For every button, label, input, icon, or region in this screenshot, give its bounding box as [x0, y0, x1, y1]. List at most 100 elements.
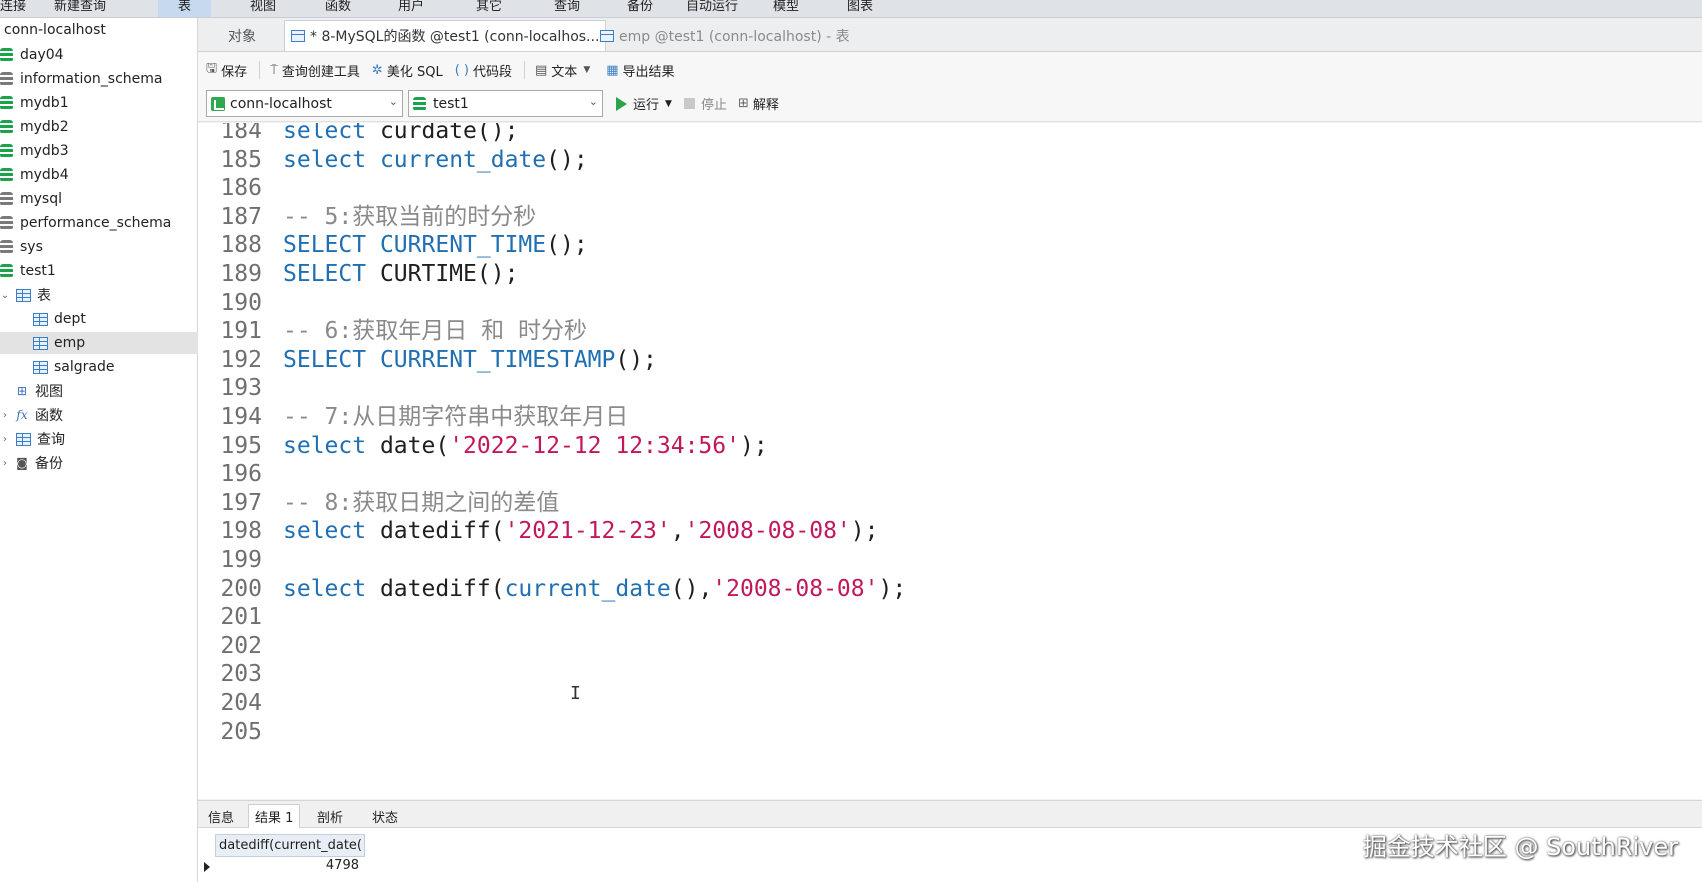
beautify-sql-button[interactable]: ✲ 美化 SQL	[372, 61, 443, 80]
db-node-sys[interactable]: sys	[0, 236, 198, 258]
navicat-window: 连接 新建查询 表 视图 函数 用户 其它 查询 备份 自动运行 模型 图表 c…	[0, 0, 1702, 882]
menu-model[interactable]: 模型	[773, 0, 799, 14]
tab-profile[interactable]: 剖析	[311, 804, 349, 828]
chevron-right-icon[interactable]: ›	[0, 410, 10, 421]
code-line[interactable]: 186	[198, 173, 1702, 204]
sql-editor[interactable]: 184 select curdate(); 185 select current_da…	[198, 123, 1702, 799]
table-node-emp[interactable]: emp	[0, 332, 198, 354]
result-tabs: 信息 结果 1 剖析 状态	[198, 800, 1702, 828]
menu-backup[interactable]: 备份	[627, 0, 653, 14]
text-mode-button[interactable]: ▤ 文本 ▼	[535, 61, 594, 80]
explain-icon: ⊞	[738, 96, 749, 111]
menu-users[interactable]: 用户	[398, 0, 424, 14]
code-line[interactable]: 197 -- 8:获取日期之间的差值	[198, 488, 1702, 519]
menu-connection[interactable]: 连接	[0, 0, 26, 14]
db-node-mydb2[interactable]: mydb2	[0, 116, 198, 138]
stop-button[interactable]: 停止	[684, 94, 727, 113]
table-node-dept[interactable]: dept	[0, 308, 198, 330]
db-node-information-schema[interactable]: information_schema	[0, 68, 198, 90]
views-folder[interactable]: ⊞ 视图	[0, 380, 198, 402]
tab-objects[interactable]: 对象	[222, 20, 262, 51]
connection-select[interactable]: conn-localhost ⌄	[206, 90, 403, 117]
database-icon	[0, 216, 13, 230]
connection-node[interactable]: conn-localhost	[4, 22, 106, 38]
editor-toolbar: 🖫 保存 ⍑ 查询创建工具 ✲ 美化 SQL ( ) 代码段 ▤ 文本 ▼ ▦ 导出结果	[198, 52, 1702, 88]
menu-new-query[interactable]: 新建查询	[54, 0, 106, 14]
menu-charts[interactable]: 图表	[847, 0, 873, 14]
backup-icon: ◙	[16, 456, 28, 470]
database-icon	[0, 48, 13, 62]
database-select[interactable]: test1 ⌄	[408, 90, 603, 117]
queries-folder[interactable]: › 查询	[0, 428, 198, 450]
run-button[interactable]: 运行 ▼	[616, 94, 672, 113]
database-icon	[0, 144, 13, 158]
code-snippet-button[interactable]: ( ) 代码段	[455, 61, 512, 80]
code-line[interactable]: 203	[198, 659, 1702, 690]
db-node-mydb1[interactable]: mydb1	[0, 92, 198, 114]
tables-folder[interactable]: ⌄ 表	[0, 284, 198, 306]
code-line[interactable]: 202	[198, 631, 1702, 662]
backups-folder[interactable]: › ◙ 备份	[0, 452, 198, 474]
db-node-day04[interactable]: day04	[0, 44, 198, 66]
code-line[interactable]: 200 select datediff(current_date(),'2008-…	[198, 574, 1702, 605]
functions-folder[interactable]: › fx 函数	[0, 404, 198, 426]
code-text: select datediff('2021-12-23','2008-08-08…	[283, 518, 879, 545]
export-results-button[interactable]: ▦ 导出结果	[606, 61, 674, 80]
code-line[interactable]: 188 SELECT CURRENT_TIME();	[198, 230, 1702, 261]
menu-queries[interactable]: 查询	[554, 0, 580, 14]
code-line[interactable]: 194 -- 7:从日期字符串中获取年月日	[198, 402, 1702, 433]
query-builder-button[interactable]: ⍑ 查询创建工具	[270, 61, 360, 80]
play-icon	[616, 96, 627, 111]
code-line[interactable]: 184 select curdate();	[198, 123, 1702, 147]
code-line[interactable]: 199	[198, 545, 1702, 576]
code-text: select date('2022-12-12 12:34:56');	[283, 432, 768, 459]
toolbar-divider	[524, 61, 525, 79]
menu-tables[interactable]: 表	[158, 0, 212, 17]
menu-others[interactable]: 其它	[476, 0, 502, 14]
menu-functions[interactable]: 函数	[325, 0, 351, 14]
code-line[interactable]: 187 -- 5:获取当前的时分秒	[198, 202, 1702, 233]
line-number: 193	[220, 375, 262, 402]
menu-automation[interactable]: 自动运行	[686, 0, 738, 14]
menu-views[interactable]: 视图	[250, 0, 276, 14]
tab-table-emp[interactable]: emp @test1 (conn-localhost) - 表	[594, 20, 856, 51]
chevron-right-icon[interactable]: ›	[0, 458, 10, 469]
column-header[interactable]: datediff(current_date(	[215, 834, 365, 857]
db-node-mydb4[interactable]: mydb4	[0, 164, 198, 186]
save-button[interactable]: 🖫 保存	[206, 59, 247, 81]
db-node-performance-schema[interactable]: performance_schema	[0, 212, 198, 234]
chevron-down-icon[interactable]: ⌄	[0, 290, 10, 301]
tab-status[interactable]: 状态	[366, 804, 404, 828]
stop-icon	[684, 98, 695, 109]
function-icon: fx	[16, 408, 28, 422]
table-folder-icon	[16, 288, 31, 302]
code-line[interactable]: 185 select current_date();	[198, 145, 1702, 176]
line-number: 184	[220, 123, 262, 144]
code-line[interactable]: 201	[198, 602, 1702, 633]
tab-result-1[interactable]: 结果 1	[248, 804, 301, 828]
code-line[interactable]: 191 -- 6:获取年月日 和 时分秒	[198, 316, 1702, 347]
db-node-test1[interactable]: test1	[0, 260, 198, 282]
db-node-mysql[interactable]: mysql	[0, 188, 198, 210]
code-line[interactable]: 204	[198, 688, 1702, 719]
table-icon	[33, 312, 48, 326]
code-text: SELECT CURTIME();	[283, 261, 519, 287]
code-line[interactable]: 196	[198, 459, 1702, 490]
code-line[interactable]: 190	[198, 288, 1702, 319]
tab-query-editor[interactable]: * 8-MySQL的函数 @test1 (conn-localhos...	[284, 20, 607, 51]
code-line[interactable]: 189 SELECT CURTIME();	[198, 259, 1702, 290]
code-line[interactable]: 198 select datediff('2021-12-23','2008-08…	[198, 516, 1702, 547]
tab-info[interactable]: 信息	[202, 804, 240, 828]
code-line[interactable]: 205	[198, 717, 1702, 748]
code-line[interactable]: 192 SELECT CURRENT_TIMESTAMP();	[198, 345, 1702, 376]
line-number: 188	[220, 232, 262, 259]
code-line[interactable]: 193	[198, 373, 1702, 404]
explain-button[interactable]: ⊞ 解释	[738, 94, 779, 113]
result-cell[interactable]: 4798	[215, 858, 365, 880]
db-node-mydb3[interactable]: mydb3	[0, 140, 198, 162]
connection-selector-row: conn-localhost ⌄ test1 ⌄ 运行 ▼ 停止 ⊞ 解释	[198, 88, 1702, 122]
table-node-salgrade[interactable]: salgrade	[0, 356, 198, 378]
code-line[interactable]: 195 select date('2022-12-12 12:34:56');	[198, 431, 1702, 462]
line-number: 195	[220, 432, 262, 459]
chevron-right-icon[interactable]: ›	[0, 434, 10, 445]
